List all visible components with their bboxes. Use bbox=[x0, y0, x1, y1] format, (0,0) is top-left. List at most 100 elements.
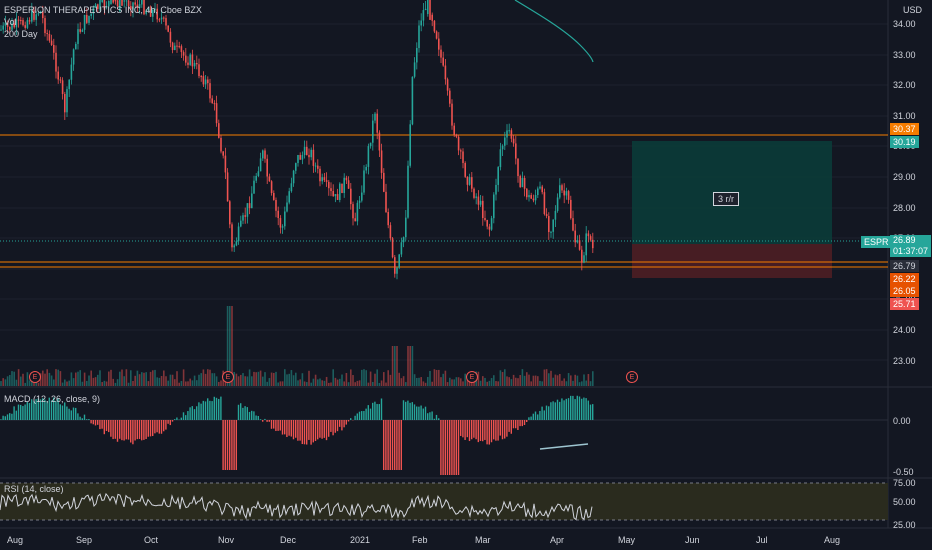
rsi-tick-75: 75.00 bbox=[893, 478, 916, 488]
macd-bar bbox=[108, 420, 110, 433]
symbol-tag: ESPR bbox=[861, 236, 892, 248]
candle-body bbox=[592, 239, 594, 249]
chart-canvas[interactable] bbox=[0, 0, 932, 550]
volume-bar bbox=[116, 379, 119, 386]
macd-bar bbox=[193, 409, 196, 420]
ma-200-line[interactable] bbox=[514, 0, 594, 63]
candle-body bbox=[413, 62, 416, 77]
macd-bar bbox=[548, 406, 550, 420]
volume-bar bbox=[365, 370, 367, 386]
macd-bar bbox=[453, 420, 455, 475]
volume-bar bbox=[262, 376, 264, 386]
price-tick: 34.00 bbox=[893, 19, 916, 29]
candle-body bbox=[405, 217, 407, 238]
volume-bar bbox=[367, 382, 370, 386]
time-tick: Aug bbox=[824, 535, 841, 545]
macd-bar bbox=[572, 395, 574, 420]
volume-bar bbox=[290, 370, 293, 386]
macd-legend[interactable]: MACD (12, 26, close, 9) bbox=[4, 393, 100, 405]
macd-bar bbox=[528, 417, 530, 420]
macd-bar bbox=[409, 402, 411, 420]
macd-bar bbox=[152, 420, 154, 437]
time-tick: Mar bbox=[475, 535, 491, 545]
macd-bar bbox=[103, 420, 105, 435]
macd-bar bbox=[451, 420, 453, 475]
macd-bar bbox=[17, 404, 20, 420]
volume-bar bbox=[204, 373, 207, 386]
volume-bar bbox=[589, 381, 592, 386]
macd-bar bbox=[343, 420, 345, 428]
candle-body bbox=[343, 177, 345, 193]
candle-body bbox=[391, 238, 394, 258]
volume-bar bbox=[22, 373, 24, 386]
symbol-legend[interactable]: ESPERION THERAPEUTICS INC, 4h, Cboe BZX … bbox=[4, 4, 202, 40]
volume-bar bbox=[451, 379, 453, 386]
macd-bar bbox=[211, 401, 213, 420]
last-price: 26.89 bbox=[893, 235, 916, 245]
volume-bar bbox=[42, 370, 44, 386]
candle-body bbox=[310, 149, 312, 158]
candle-body bbox=[493, 194, 495, 219]
volume-bar bbox=[176, 371, 178, 386]
macd-bar bbox=[154, 420, 156, 434]
macd-bar bbox=[576, 395, 578, 420]
price-candles[interactable] bbox=[0, 0, 594, 280]
macd-histogram[interactable] bbox=[0, 395, 594, 475]
symbol-title[interactable]: ESPERION THERAPEUTICS INC, 4h, Cboe BZX bbox=[4, 4, 202, 16]
macd-bar bbox=[134, 420, 136, 441]
price-tick: 28.00 bbox=[893, 202, 916, 213]
macd-bar bbox=[13, 406, 15, 420]
macd-bar bbox=[174, 419, 176, 420]
volume-bar bbox=[138, 374, 141, 386]
macd-bar bbox=[552, 401, 554, 420]
macd-bar bbox=[457, 420, 460, 475]
volume-bar bbox=[420, 377, 422, 386]
macd-bar bbox=[561, 398, 563, 420]
ma-legend[interactable]: 200 Day bbox=[4, 28, 202, 40]
macd-divergence-line[interactable] bbox=[539, 443, 589, 450]
macd-bar bbox=[264, 418, 266, 420]
resistance-price-tag: 30.37 bbox=[890, 123, 919, 135]
candle-body bbox=[541, 186, 543, 193]
macd-bar bbox=[574, 399, 576, 420]
macd-bar bbox=[464, 420, 466, 440]
candle-body bbox=[299, 154, 301, 160]
candle-body bbox=[273, 193, 275, 200]
candle-body bbox=[372, 120, 374, 143]
candle-body bbox=[556, 197, 559, 211]
macd-bar bbox=[79, 416, 81, 420]
volume-bar bbox=[90, 370, 92, 386]
stop-price-tag: 25.71 bbox=[890, 298, 919, 310]
volume-bar bbox=[356, 380, 359, 386]
macd-bar bbox=[204, 401, 207, 420]
volume-legend[interactable]: Vol bbox=[4, 16, 202, 28]
candle-body bbox=[418, 25, 420, 49]
macd-bar bbox=[391, 420, 394, 470]
stop-zone[interactable] bbox=[632, 244, 832, 278]
volume-bar bbox=[46, 369, 48, 386]
volume-bar bbox=[209, 369, 211, 386]
macd-bar bbox=[306, 420, 308, 445]
macd-bar bbox=[105, 420, 108, 431]
candle-body bbox=[57, 71, 59, 80]
earnings-marker[interactable]: E bbox=[29, 371, 41, 383]
macd-bar bbox=[385, 420, 387, 470]
earnings-marker[interactable]: E bbox=[222, 371, 234, 383]
entry-price-tag: 26.22 bbox=[890, 273, 919, 285]
earnings-marker[interactable]: E bbox=[466, 371, 478, 383]
risk-reward-label[interactable]: 3 r/r bbox=[713, 192, 740, 206]
candle-body bbox=[251, 193, 253, 209]
currency-label[interactable]: USD bbox=[903, 4, 922, 16]
macd-bar bbox=[147, 420, 149, 437]
candle-body bbox=[499, 149, 502, 168]
volume-bar bbox=[548, 373, 550, 386]
candle-body bbox=[438, 38, 440, 50]
volume-bar bbox=[185, 381, 187, 386]
candle-body bbox=[220, 137, 222, 152]
rsi-legend[interactable]: RSI (14, close) bbox=[4, 483, 64, 495]
earnings-marker[interactable]: E bbox=[626, 371, 638, 383]
macd-bar bbox=[92, 420, 94, 425]
candle-body bbox=[567, 191, 570, 200]
candle-body bbox=[369, 142, 372, 147]
time-tick: Dec bbox=[280, 535, 297, 545]
